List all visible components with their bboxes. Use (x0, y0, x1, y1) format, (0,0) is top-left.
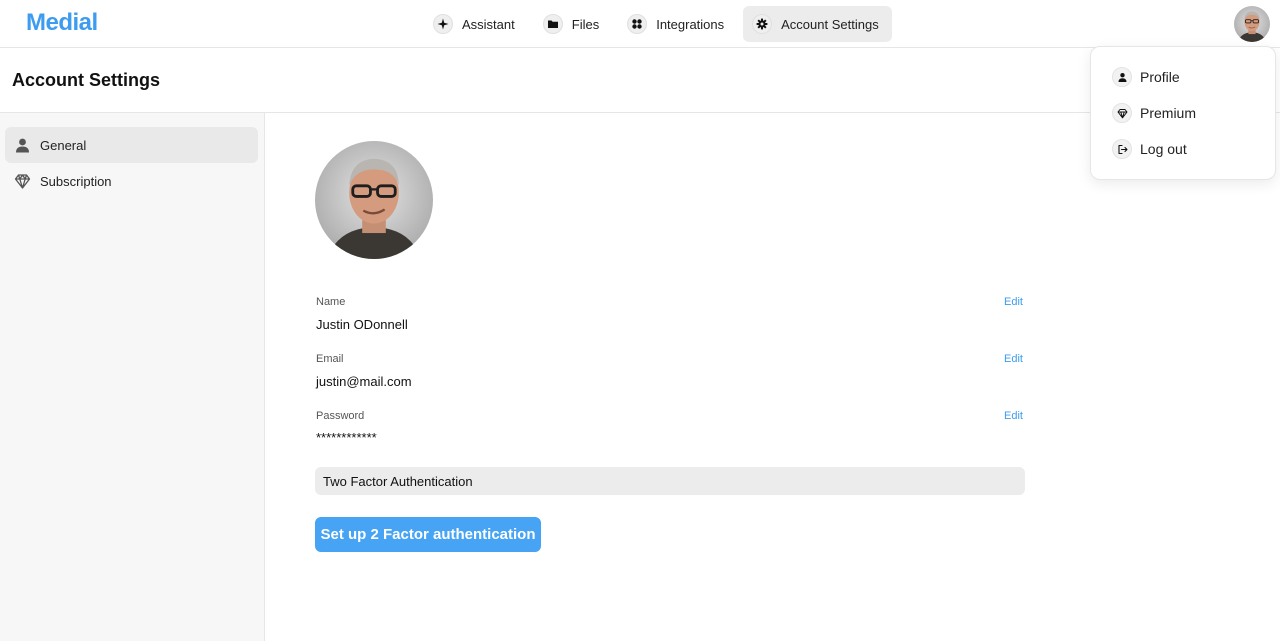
sidebar-item-subscription[interactable]: Subscription (5, 163, 258, 199)
top-bar: Medial Assistant Files Integrations Acco… (0, 0, 1280, 48)
menu-item-logout[interactable]: Log out (1112, 139, 1187, 159)
menu-item-label: Log out (1140, 141, 1187, 157)
user-avatar-button[interactable] (1234, 6, 1270, 42)
email-label: Email (316, 353, 344, 365)
app-logo[interactable]: Medial (26, 9, 98, 37)
user-icon (16, 138, 29, 152)
page-header: Account Settings (0, 48, 1280, 113)
avatar (1234, 6, 1270, 42)
edit-email-link[interactable]: Edit (1004, 353, 1023, 365)
menu-item-premium[interactable]: Premium (1112, 103, 1196, 123)
nav-item-account-settings[interactable]: Account Settings (743, 6, 892, 42)
password-value: ************ (316, 430, 377, 445)
password-label: Password (316, 410, 365, 422)
sparkle-icon (433, 14, 453, 34)
folder-icon (542, 14, 563, 34)
two-factor-heading: Two Factor Authentication (315, 467, 1025, 495)
sidebar-item-label: Subscription (40, 173, 112, 189)
menu-item-profile[interactable]: Profile (1112, 67, 1180, 87)
diamond-icon (1112, 103, 1132, 123)
edit-name-link[interactable]: Edit (1004, 296, 1023, 308)
menu-item-label: Premium (1140, 105, 1197, 121)
nav-item-label: Files (571, 16, 600, 32)
menu-item-label: Profile (1140, 69, 1180, 85)
nav-item-label: Account Settings (781, 16, 879, 32)
sidebar-item-general[interactable]: General (5, 127, 258, 163)
settings-sidebar: General Subscription (0, 113, 265, 641)
nav-item-assistant[interactable]: Assistant (424, 6, 528, 42)
nav-item-integrations[interactable]: Integrations (618, 6, 737, 42)
logout-icon (1112, 139, 1132, 159)
avatar (315, 141, 433, 259)
user-icon (1112, 67, 1132, 87)
nav-item-label: Integrations (656, 16, 725, 32)
diamond-icon (14, 173, 31, 189)
nav-item-files[interactable]: Files (534, 6, 612, 42)
page-title: Account Settings (12, 70, 161, 90)
nav-item-label: Assistant (462, 16, 515, 32)
name-value: Justin ODonnell (316, 317, 408, 332)
gear-icon (752, 14, 773, 34)
main-nav: Assistant Files Integrations Account Set… (424, 6, 898, 42)
profile-photo[interactable] (315, 141, 433, 259)
edit-password-link[interactable]: Edit (1004, 410, 1023, 422)
email-value: justin@mail.com (316, 374, 412, 389)
user-menu-dropdown: Profile Premium Log out (1090, 46, 1276, 180)
sidebar-item-label: General (40, 137, 87, 153)
name-label: Name (316, 296, 346, 308)
grid-icon (627, 14, 648, 34)
setup-two-factor-button[interactable]: Set up 2 Factor authentication (315, 517, 541, 552)
